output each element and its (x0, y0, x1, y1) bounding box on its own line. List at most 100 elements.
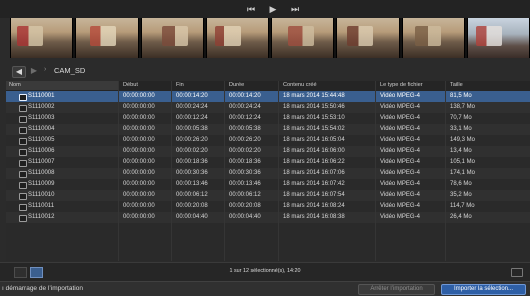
table-footer: 1 sur 12 sélectionné(s), 14:20 (0, 262, 530, 281)
cell-type: Vidéo MPEG-4 (380, 137, 420, 143)
cell-size: 13,4 Mo (450, 148, 472, 154)
cell-name: S1110007 (28, 159, 55, 165)
cell-end: 00:00:04:40 (176, 214, 208, 220)
next-icon[interactable]: ⏭ (289, 3, 301, 15)
file-icon (19, 116, 27, 123)
cell-created: 18 mars 2014 16:06:22 (283, 159, 345, 165)
file-icon (19, 138, 27, 145)
column-header-created[interactable]: Contenu créé (283, 82, 317, 88)
table-row[interactable]: S1110007 00:00:00:00 00:00:18:36 00:00:1… (6, 157, 530, 168)
cell-duration: 00:00:24:24 (229, 104, 261, 110)
cell-duration: 00:00:02:20 (229, 148, 261, 154)
cell-name: S1110012 (28, 214, 55, 220)
cell-duration: 00:00:13:46 (229, 181, 261, 187)
cell-start: 00:00:00:00 (123, 137, 155, 143)
play-icon[interactable]: ▶ (267, 3, 279, 15)
file-icon (19, 94, 27, 101)
stop-import-button[interactable]: Arrêter l’importation (358, 284, 435, 295)
cell-end: 00:00:20:08 (176, 203, 208, 209)
column-header-duration[interactable]: Durée (229, 82, 244, 88)
column-divider (224, 81, 225, 261)
table-row[interactable]: S1110001 00:00:00:00 00:00:14:20 00:00:1… (6, 91, 530, 102)
column-header-start[interactable]: Début (123, 82, 138, 88)
cell-size: 114,7 Mo (450, 203, 475, 209)
cell-start: 00:00:00:00 (123, 126, 155, 132)
cell-size: 105,1 Mo (450, 159, 476, 165)
cell-type: Vidéo MPEG-4 (380, 214, 420, 220)
back-icon[interactable]: ◀ (12, 66, 26, 78)
top-toolbar: ⏮ ▶ ⏭ (0, 0, 530, 18)
cell-end: 00:00:14:20 (176, 93, 208, 99)
cell-name: S1110011 (28, 203, 55, 209)
cell-end: 00:00:13:46 (176, 181, 208, 187)
cell-start: 00:00:00:00 (123, 192, 155, 198)
cell-size: 78,6 Mo (450, 181, 472, 187)
prev-icon[interactable]: ⏮ (245, 3, 257, 15)
cell-duration: 00:00:30:36 (229, 170, 261, 176)
cell-type: Vidéo MPEG-4 (380, 126, 420, 132)
cell-created: 18 mars 2014 15:50:46 (283, 104, 345, 110)
file-icon (19, 105, 27, 112)
cell-start: 00:00:00:00 (123, 115, 155, 121)
cell-name: S1110008 (28, 170, 55, 176)
table-row[interactable]: S1110008 00:00:00:00 00:00:30:36 00:00:3… (6, 168, 530, 179)
filmstrip-frame (401, 18, 465, 58)
table-row[interactable]: S1110003 00:00:00:00 00:00:12:24 00:00:1… (6, 113, 530, 124)
cell-duration: 00:00:06:12 (229, 192, 261, 198)
cell-created: 18 mars 2014 16:08:38 (283, 214, 345, 220)
file-icon (19, 193, 27, 200)
import-selection-button[interactable]: Importer la sélection... (441, 284, 526, 295)
cell-size: 81,5 Mo (450, 93, 472, 99)
cell-start: 00:00:00:00 (123, 203, 155, 209)
cell-name: S1110009 (28, 181, 55, 187)
bottom-bar: ı démarrage de l’importation Arrêter l’i… (0, 281, 530, 296)
filmstrip-frame (336, 18, 400, 58)
column-divider (445, 81, 446, 261)
table-row[interactable]: S1110004 00:00:00:00 00:00:05:38 00:00:0… (6, 124, 530, 135)
cell-type: Vidéo MPEG-4 (380, 192, 420, 198)
cell-start: 00:00:00:00 (123, 159, 155, 165)
cell-name: S1110001 (28, 93, 55, 99)
table-row[interactable]: S1110011 00:00:00:00 00:00:20:08 00:00:2… (6, 201, 530, 212)
forward-icon[interactable]: ▶ (28, 66, 40, 76)
cell-start: 00:00:00:00 (123, 214, 155, 220)
cell-type: Vidéo MPEG-4 (380, 203, 420, 209)
cell-size: 149,3 Mo (450, 137, 476, 143)
cell-type: Vidéo MPEG-4 (380, 159, 420, 165)
column-header-size[interactable]: Taille (450, 82, 463, 88)
cell-duration: 00:00:14:20 (229, 93, 261, 99)
cell-size: 70,7 Mo (450, 115, 472, 121)
table-row[interactable]: S1110005 00:00:00:00 00:00:26:20 00:00:2… (6, 135, 530, 146)
cell-end: 00:00:30:36 (176, 170, 208, 176)
cell-type: Vidéo MPEG-4 (380, 148, 420, 154)
column-divider (171, 81, 172, 261)
column-divider (375, 81, 376, 261)
table-row[interactable]: S1110002 00:00:00:00 00:00:24:24 00:00:2… (6, 102, 530, 113)
cell-created: 18 mars 2014 15:54:02 (283, 126, 345, 132)
table-row[interactable]: S1110010 00:00:00:00 00:00:06:12 00:00:0… (6, 190, 530, 201)
cell-size: 33,1 Mo (450, 126, 472, 132)
cell-duration: 00:00:04:40 (229, 214, 261, 220)
cell-end: 00:00:12:24 (176, 115, 208, 121)
column-header-type[interactable]: Le type de fichier (380, 82, 423, 88)
filmstrip-frame (205, 18, 269, 58)
cell-type: Vidéo MPEG-4 (380, 181, 420, 187)
cell-start: 00:00:00:00 (123, 181, 155, 187)
cell-created: 18 mars 2014 15:53:10 (283, 115, 345, 121)
filmstrip-frame (10, 18, 74, 58)
column-header-end[interactable]: Fin (176, 82, 184, 88)
table-row[interactable]: S1110009 00:00:00:00 00:00:13:46 00:00:1… (6, 179, 530, 190)
cell-size: 138,7 Mo (450, 104, 476, 110)
cell-end: 00:00:24:24 (176, 104, 208, 110)
column-header-name[interactable]: Nom (6, 81, 118, 90)
cell-created: 18 mars 2014 16:08:24 (283, 203, 345, 209)
transport-controls: ⏮ ▶ ⏭ (245, 3, 301, 15)
filmstrip[interactable] (10, 18, 530, 58)
table-row[interactable]: S1110012 00:00:00:00 00:00:04:40 00:00:0… (6, 212, 530, 223)
file-icon (19, 215, 27, 222)
file-icon (19, 182, 27, 189)
cell-type: Vidéo MPEG-4 (380, 115, 420, 121)
zoom-icon[interactable] (511, 268, 523, 277)
table-row[interactable]: S1110006 00:00:00:00 00:00:02:20 00:00:0… (6, 146, 530, 157)
column-divider (118, 81, 119, 261)
